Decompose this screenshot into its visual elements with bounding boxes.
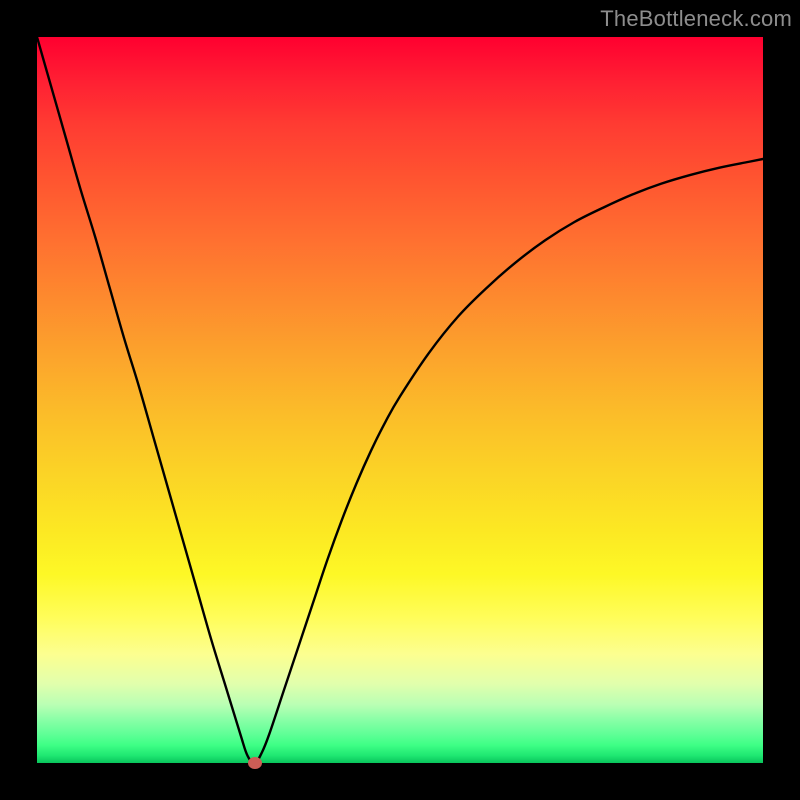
optimal-point-marker: [248, 757, 262, 769]
plot-area: [37, 37, 763, 763]
bottleneck-curve: [37, 37, 763, 763]
chart-frame: TheBottleneck.com: [0, 0, 800, 800]
watermark-text: TheBottleneck.com: [600, 6, 792, 32]
